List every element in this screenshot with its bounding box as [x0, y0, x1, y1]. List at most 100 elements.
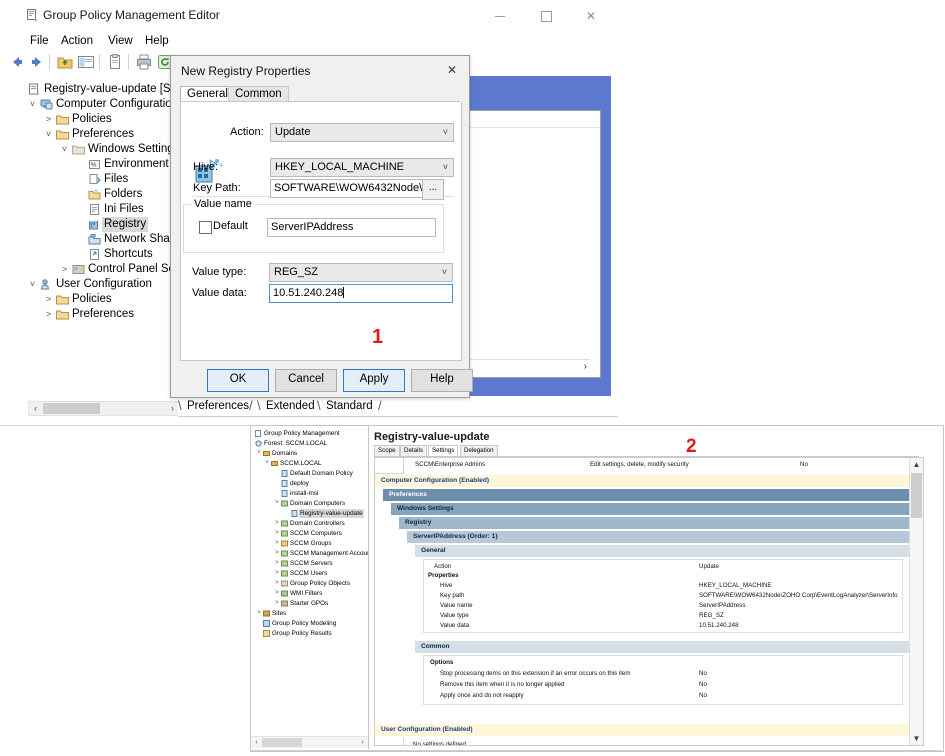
- chevron-right-icon[interactable]: ˃: [60, 264, 69, 275]
- gpm-tree-label: Domain Computers: [290, 499, 345, 508]
- chevron-right-icon[interactable]: ˃: [274, 540, 280, 547]
- menu-help[interactable]: Help: [141, 34, 173, 48]
- computer-configuration-band[interactable]: Computer Configuration (Enabled): [375, 475, 909, 487]
- scrollbar-thumb[interactable]: [262, 738, 302, 747]
- serveripaddress-band[interactable]: ServerIPAddress (Order: 1): [407, 531, 909, 543]
- browse-key-path-button[interactable]: ...: [422, 179, 444, 200]
- chevron-right-icon[interactable]: ˃: [274, 560, 280, 567]
- value-name-input[interactable]: ServerIPAddress: [267, 218, 436, 237]
- chevron-down-icon[interactable]: ˅: [256, 450, 262, 457]
- gpm-tree-label: SCCM.LOCAL: [280, 459, 322, 468]
- menu-file[interactable]: File: [26, 34, 53, 48]
- report-vertical-scrollbar[interactable]: ▲ ▼: [909, 458, 923, 745]
- value-data-input[interactable]: 10.51.240.248: [269, 284, 453, 303]
- menu-view[interactable]: View: [104, 34, 137, 48]
- scroll-left-icon[interactable]: ‹: [29, 402, 42, 415]
- chevron-right-icon[interactable]: ˃: [44, 294, 53, 305]
- cancel-button[interactable]: Cancel: [275, 369, 337, 392]
- common-band[interactable]: Common: [415, 641, 909, 653]
- chevron-down-icon[interactable]: ˅: [442, 268, 447, 277]
- tab-extended[interactable]: Extended: [266, 400, 315, 412]
- scrollbar-thumb[interactable]: [43, 403, 100, 414]
- chevron-right-icon[interactable]: ˃: [256, 610, 262, 617]
- show-hide-tree-icon[interactable]: [77, 53, 95, 71]
- scroll-left-icon[interactable]: ‹: [251, 737, 262, 748]
- scroll-right-icon[interactable]: ›: [584, 361, 587, 372]
- user-configuration-band[interactable]: User Configuration (Enabled): [375, 724, 909, 736]
- scroll-right-icon[interactable]: ›: [357, 737, 368, 748]
- row-key: Value data: [440, 622, 469, 629]
- tree-item-label: User Configuration: [56, 277, 152, 292]
- chevron-right-icon[interactable]: ˃: [274, 550, 280, 557]
- help-button[interactable]: Help: [411, 369, 473, 392]
- gpm-tree-label: Group Policy Objects: [290, 579, 350, 588]
- chevron-down-icon[interactable]: ˅: [60, 144, 69, 155]
- chevron-right-icon[interactable]: ˃: [274, 600, 280, 607]
- back-arrow-icon[interactable]: [8, 53, 26, 71]
- close-icon[interactable]: ✕: [439, 60, 465, 80]
- properties-icon[interactable]: [106, 53, 124, 71]
- windows-settings-band[interactable]: Windows Settings: [391, 503, 909, 515]
- chevron-right-icon[interactable]: ˃: [274, 590, 280, 597]
- chevron-down-icon[interactable]: ˅: [28, 279, 37, 290]
- chevron-down-icon[interactable]: ˅: [443, 128, 448, 137]
- print-icon[interactable]: [135, 53, 153, 71]
- chevron-right-icon[interactable]: ˃: [44, 114, 53, 125]
- common-options-table: Options Stop processing items on this ex…: [423, 655, 903, 705]
- chevron-down-icon[interactable]: ˅: [28, 99, 37, 110]
- chevron-right-icon[interactable]: ˃: [274, 520, 280, 527]
- value-data-value: 10.51.240.248: [273, 287, 343, 299]
- value-type-value: REG_SZ: [274, 266, 318, 278]
- gpm-tree-label: SCCM Computers: [290, 529, 342, 538]
- folder-icon: [56, 113, 69, 126]
- menu-action[interactable]: Action: [57, 34, 97, 48]
- environment-icon: %: [88, 158, 101, 171]
- preferences-band[interactable]: Preferences: [383, 489, 909, 501]
- default-checkbox-label[interactable]: Default: [213, 220, 248, 232]
- tree-item-label: Registry: [102, 217, 148, 232]
- scroll-down-icon[interactable]: ▼: [910, 732, 923, 745]
- default-checkbox[interactable]: [199, 221, 212, 234]
- ou-icon: [281, 530, 288, 537]
- up-folder-icon[interactable]: [56, 53, 74, 71]
- gpm-tree-pane[interactable]: Group Policy Management Forest: SCCM.LOC…: [251, 426, 369, 749]
- registry-band[interactable]: Registry: [399, 517, 909, 529]
- chevron-down-icon[interactable]: ˅: [443, 163, 448, 172]
- minimize-icon[interactable]: [487, 6, 513, 26]
- tree-horizontal-scrollbar[interactable]: ‹ ›: [28, 401, 180, 416]
- ok-button[interactable]: OK: [207, 369, 269, 392]
- editor-tree-pane[interactable]: Registry-value-update [SCCM- ˅ Computer …: [28, 82, 178, 399]
- action-dropdown[interactable]: Update ˅: [270, 123, 454, 142]
- scrollbar-thumb[interactable]: [911, 473, 922, 518]
- chevron-down-icon[interactable]: ˅: [44, 129, 53, 140]
- report-scroll-area[interactable]: SCCM\Enterprise Admins Edit settings, de…: [374, 457, 924, 746]
- value-type-dropdown[interactable]: REG_SZ ˅: [269, 263, 453, 282]
- close-icon[interactable]: ✕: [578, 6, 604, 26]
- annotation-number-1: 1: [372, 326, 383, 349]
- apply-button[interactable]: Apply: [343, 369, 405, 392]
- chevron-right-icon[interactable]: ˃: [44, 309, 53, 320]
- tab-preferences[interactable]: Preferences: [187, 400, 249, 412]
- row-key: Value type: [440, 612, 469, 619]
- gpo-icon: [281, 490, 288, 497]
- forward-arrow-icon[interactable]: [28, 53, 46, 71]
- gpm-tree-label: Group Policy Management: [264, 429, 340, 438]
- key-path-input[interactable]: SOFTWARE\WOW6432Node\ZOHO Corp\Ever: [270, 179, 428, 198]
- gpm-bottom-border: [250, 750, 942, 751]
- hive-dropdown[interactable]: HKEY_LOCAL_MACHINE ˅: [270, 158, 454, 177]
- row-key: Action: [434, 563, 451, 570]
- general-band[interactable]: General: [415, 545, 909, 557]
- gpm-tree-label: Starter GPOs: [290, 599, 328, 608]
- chevron-right-icon[interactable]: ˃: [274, 530, 280, 537]
- row-key: Value name: [440, 602, 473, 609]
- row-value: No: [699, 670, 707, 677]
- gpm-tree-label: install-msi: [290, 489, 318, 498]
- chevron-right-icon[interactable]: ˃: [274, 570, 280, 577]
- maximize-icon[interactable]: [533, 6, 559, 26]
- tab-standard[interactable]: Standard: [326, 400, 373, 412]
- gpm-tree-horizontal-scrollbar[interactable]: ‹ ›: [251, 736, 368, 748]
- chevron-right-icon[interactable]: ˃: [274, 580, 280, 587]
- scroll-up-icon[interactable]: ▲: [910, 458, 923, 471]
- chevron-down-icon[interactable]: ˅: [264, 460, 270, 467]
- chevron-down-icon[interactable]: ˅: [274, 500, 280, 507]
